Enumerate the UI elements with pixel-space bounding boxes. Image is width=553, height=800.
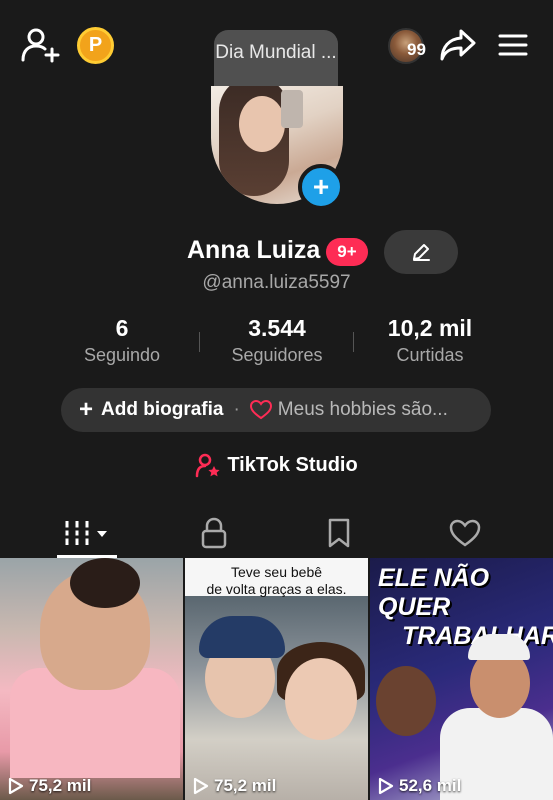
view-count-text: 75,2 mil bbox=[29, 776, 92, 795]
stat-followers[interactable]: 3.544 Seguidores bbox=[210, 314, 344, 368]
profile-name: Anna Luiza bbox=[187, 236, 321, 264]
view-count-text: 75,2 mil bbox=[214, 776, 277, 795]
edit-profile-button[interactable] bbox=[384, 230, 458, 274]
videos-grid-icon bbox=[63, 521, 107, 545]
caption-line: ELE NÃO QUER bbox=[378, 564, 490, 621]
tab-videos[interactable] bbox=[18, 508, 156, 558]
stat-likes[interactable]: 10,2 mil Curtidas bbox=[368, 314, 492, 368]
play-icon bbox=[8, 777, 24, 795]
separator-dot: · bbox=[233, 399, 240, 420]
plus-icon: + bbox=[312, 171, 330, 202]
video-caption: Teve seu bebê de volta graças a elas. bbox=[185, 564, 368, 598]
stat-label: Curtidas bbox=[396, 345, 464, 365]
add-story-button[interactable]: + bbox=[298, 164, 344, 210]
top-bar: P Dia Mundial ... 99 bbox=[0, 0, 553, 100]
view-count: 52,6 mil bbox=[378, 776, 461, 796]
name-row: Anna Luiza 9+ bbox=[0, 230, 553, 274]
add-bio-label: Add biografia bbox=[101, 399, 224, 420]
video-caption: ELE NÃO QUER TRABALHAR bbox=[378, 564, 553, 651]
tiktok-studio-link[interactable]: TikTok Studio bbox=[0, 450, 553, 480]
view-count: 75,2 mil bbox=[193, 776, 276, 796]
profile-visitors-button[interactable]: 99 bbox=[380, 26, 432, 66]
hobbies-label: Meus hobbies são... bbox=[277, 399, 448, 420]
content-tabs bbox=[0, 508, 553, 558]
plus-icon: + bbox=[79, 396, 94, 423]
stat-following[interactable]: 6 Seguindo bbox=[62, 314, 182, 368]
studio-icon bbox=[196, 453, 220, 478]
stat-value: 6 bbox=[115, 315, 129, 341]
caption-line: de volta graças a elas. bbox=[206, 581, 347, 597]
tab-liked[interactable] bbox=[396, 508, 534, 558]
share-icon[interactable] bbox=[438, 26, 478, 64]
pencil-icon bbox=[413, 244, 430, 261]
stat-divider bbox=[353, 332, 354, 352]
add-friend-icon[interactable] bbox=[20, 26, 60, 64]
view-count-text: 52,6 mil bbox=[399, 776, 462, 795]
lock-icon bbox=[201, 517, 227, 549]
stat-label: Seguindo bbox=[83, 345, 161, 365]
video-thumbnail[interactable]: ELE NÃO QUER TRABALHAR 52,6 mil bbox=[370, 558, 553, 800]
menu-icon[interactable] bbox=[496, 28, 530, 62]
play-icon bbox=[378, 777, 394, 795]
tab-saved[interactable] bbox=[270, 508, 408, 558]
stat-value: 10,2 mil bbox=[387, 315, 473, 341]
stats-row: 6 Seguindo 3.544 Seguidores 10,2 mil Cur… bbox=[0, 314, 553, 370]
stat-value: 3.544 bbox=[248, 315, 306, 341]
tab-private[interactable] bbox=[145, 508, 283, 558]
profile-handle: @anna.luiza5597 bbox=[202, 272, 351, 293]
heart-icon bbox=[249, 400, 272, 420]
stat-label: Seguidores bbox=[231, 345, 323, 365]
play-icon bbox=[193, 777, 209, 795]
video-thumbnail[interactable]: 75,2 mil bbox=[0, 558, 183, 800]
coin-letter: P bbox=[88, 34, 103, 56]
note-text: Dia Mundial ... bbox=[215, 42, 337, 63]
notification-badge[interactable]: 9+ bbox=[326, 238, 368, 266]
bookmark-icon bbox=[328, 518, 350, 548]
studio-label: TikTok Studio bbox=[227, 453, 358, 476]
video-grid: 75,2 mil Teve seu bebê de volta graças a… bbox=[0, 558, 553, 800]
heart-icon bbox=[449, 519, 481, 547]
bio-pill[interactable]: + Add biografia · Meus hobbies são... bbox=[61, 388, 491, 432]
video-thumbnail[interactable]: Teve seu bebê de volta graças a elas. 75… bbox=[185, 558, 368, 800]
caption-line: Teve seu bebê bbox=[230, 564, 323, 580]
coin-icon[interactable]: P bbox=[77, 27, 114, 64]
stat-divider bbox=[199, 332, 200, 352]
view-count: 75,2 mil bbox=[8, 776, 91, 796]
visitor-count: 99 bbox=[407, 40, 426, 59]
